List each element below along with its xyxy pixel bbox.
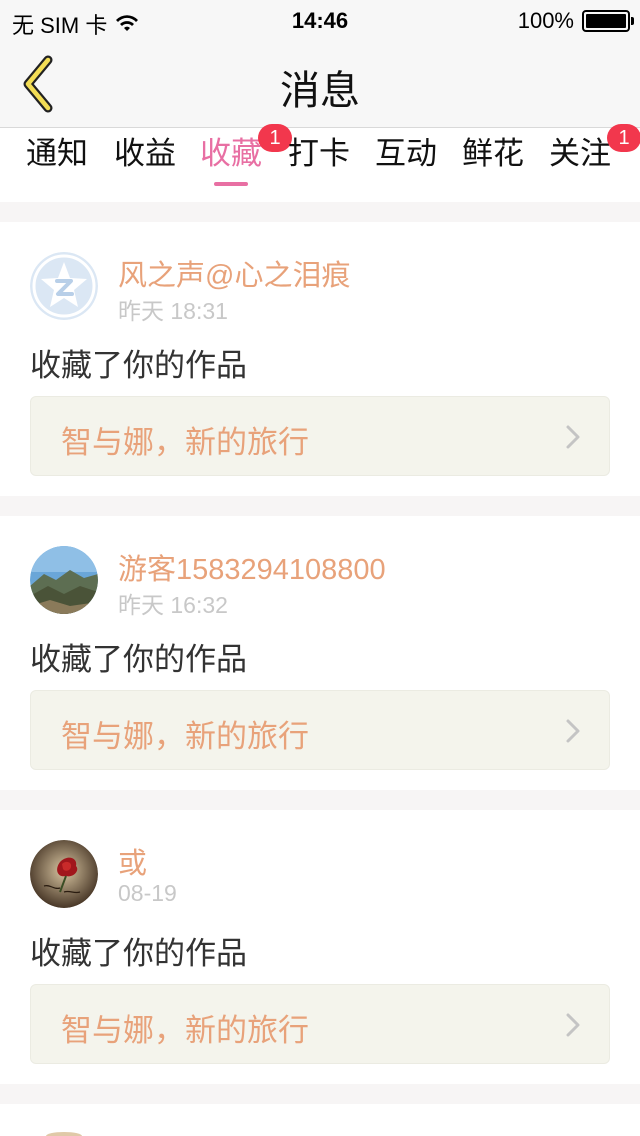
avatar[interactable]	[30, 546, 98, 614]
timestamp: 08-19	[118, 880, 177, 906]
work-link[interactable]: 智与娜，新的旅行	[30, 690, 610, 770]
avatar[interactable]	[46, 1132, 82, 1136]
action-text: 收藏了你的作品	[30, 936, 247, 972]
tab-notice[interactable]: 通知	[26, 134, 88, 200]
tab-earnings[interactable]: 收益	[114, 134, 176, 200]
timestamp: 昨天 16:32	[118, 592, 228, 618]
avatar[interactable]	[30, 840, 98, 908]
mountain-landscape-avatar	[30, 546, 98, 614]
tab-label: 通知	[26, 136, 88, 172]
work-link[interactable]: 智与娜，新的旅行	[30, 396, 610, 476]
status-bar: 无 SIM 卡 14:46 100%	[0, 0, 640, 40]
work-link[interactable]: 智与娜，新的旅行	[30, 984, 610, 1064]
tab-label: 鲜花	[462, 136, 524, 172]
work-title: 智与娜，新的旅行	[61, 1013, 309, 1049]
timestamp: 昨天 18:31	[118, 298, 228, 324]
battery-icon	[582, 10, 634, 32]
avatar[interactable]	[30, 252, 98, 320]
tab-label: 收藏	[200, 136, 262, 172]
action-text: 收藏了你的作品	[30, 642, 247, 678]
rose-avatar	[30, 840, 98, 908]
work-title: 智与娜，新的旅行	[61, 719, 309, 755]
message-card-partial	[0, 1104, 640, 1136]
username[interactable]: 游客1583294108800	[118, 546, 386, 588]
tab-label: 收益	[114, 136, 176, 172]
action-text: 收藏了你的作品	[30, 348, 247, 384]
tab-bar: 通知 收益 收藏 1 打卡 互动 鲜花 关注 1	[0, 124, 640, 202]
default-qq-avatar-icon	[30, 252, 98, 320]
tab-label: 打卡	[288, 136, 350, 172]
battery-percent: 100%	[517, 8, 574, 33]
tab-follow[interactable]: 关注 1	[549, 124, 640, 200]
message-card: 游客1583294108800 昨天 16:32 收藏了你的作品 智与娜，新的旅…	[0, 516, 640, 790]
chevron-right-icon	[566, 425, 580, 449]
tab-flowers[interactable]: 鲜花	[462, 134, 524, 200]
unread-badge: 1	[258, 124, 292, 152]
tab-label: 互动	[375, 136, 437, 172]
tab-label: 关注	[549, 136, 611, 172]
tab-checkin[interactable]: 打卡	[288, 134, 350, 200]
work-title: 智与娜，新的旅行	[61, 425, 309, 461]
battery-group: 100%	[517, 8, 634, 34]
tab-interaction[interactable]: 互动	[375, 134, 437, 200]
chevron-right-icon	[566, 1013, 580, 1037]
username[interactable]: 风之声@心之泪痕	[118, 252, 350, 294]
page-title: 消息	[280, 68, 360, 114]
chevron-right-icon	[566, 719, 580, 743]
tab-favorites[interactable]: 收藏 1	[200, 124, 292, 200]
message-card: 风之声@心之泪痕 昨天 18:31 收藏了你的作品 智与娜，新的旅行	[0, 222, 640, 496]
active-tab-indicator	[214, 182, 248, 186]
username[interactable]: 或	[118, 840, 147, 882]
nav-bar: 消息	[0, 40, 640, 128]
message-card: 或 08-19 收藏了你的作品 智与娜，新的旅行	[0, 810, 640, 1084]
unread-badge: 1	[607, 124, 640, 152]
